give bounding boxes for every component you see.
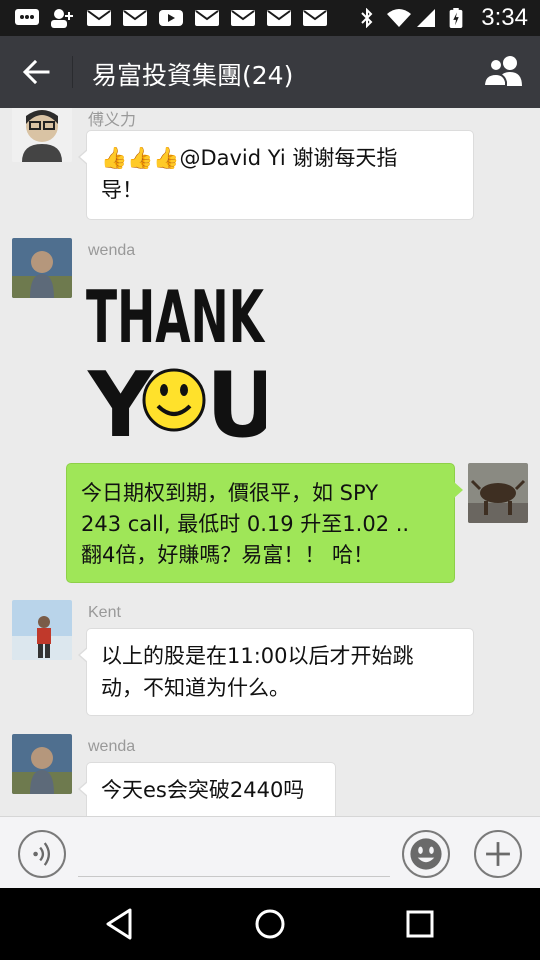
message-text: 以上的股是在11:00以后才开始跳 [101, 644, 414, 668]
sender-name: wenda [88, 242, 136, 259]
input-bar [0, 816, 540, 888]
nav-recents-button[interactable] [400, 904, 440, 944]
message-icon [15, 9, 39, 25]
recents-square-icon [406, 910, 434, 938]
sticker-text: U [206, 353, 266, 448]
mail-icon [267, 10, 291, 26]
youtube-icon [159, 10, 183, 26]
back-button[interactable] [18, 54, 54, 90]
chat-area[interactable]: 傅义力 👍👍👍@David Yi 谢谢每天指 导！ wenda THANK Y … [0, 108, 540, 816]
sender-name: Kent [88, 604, 121, 621]
emoji-button[interactable] [402, 830, 450, 878]
avatar-self[interactable] [468, 463, 528, 523]
message-text: 动，不知道为什么。 [101, 676, 290, 700]
group-members-button[interactable] [482, 52, 526, 92]
mail-icon [231, 10, 255, 26]
sender-name: 傅义力 [88, 112, 137, 129]
more-options-button[interactable] [474, 830, 522, 878]
message-text: 243 call, 最低时 0.19 升至1.02 .. [81, 512, 410, 536]
avatar-sender-2[interactable] [12, 734, 72, 794]
mail-icon [195, 10, 219, 26]
nav-back-button[interactable] [100, 904, 140, 944]
chat-title: 易富投資集團(24) [92, 61, 294, 90]
smiley-icon [410, 838, 442, 870]
message-input[interactable] [78, 829, 390, 877]
message-text: @David Yi 谢谢每天指 [179, 146, 398, 170]
message-text: 今天es会突破2440吗 [101, 778, 305, 802]
mail-icon [87, 10, 111, 26]
battery-icon [449, 8, 463, 28]
message-text: 今日期权到期，價很平，如 SPY [81, 481, 379, 505]
title-divider [72, 56, 73, 88]
bluetooth-icon [361, 8, 373, 28]
plus-icon [486, 842, 510, 866]
thumbs-up-icon: 👍👍👍 [101, 146, 180, 170]
title-bar: 易富投資集團(24) [0, 36, 540, 108]
smiley-icon [142, 368, 206, 432]
clock: 3:34 [481, 4, 528, 31]
voice-input-button[interactable] [18, 830, 66, 878]
back-triangle-icon [106, 908, 132, 940]
outgoing-message-bubble[interactable]: 今日期权到期，價很平，如 SPY 243 call, 最低时 0.19 升至1.… [66, 463, 463, 583]
mail-icon [303, 10, 327, 26]
wifi-icon [387, 9, 411, 27]
group-icon [482, 56, 522, 87]
home-circle-icon [255, 909, 285, 939]
message-bubble[interactable]: 以上的股是在11:00以后才开始跳 动，不知道为什么。 [78, 628, 474, 716]
nav-home-button[interactable] [250, 904, 290, 944]
message-text: 导！ [101, 178, 143, 202]
signal-icon [417, 9, 435, 27]
message-bubble[interactable]: 👍👍👍@David Yi 谢谢每天指 导！ [78, 130, 474, 220]
navigation-bar [0, 888, 540, 960]
sticker-text: THANK [86, 275, 265, 359]
add-contact-icon [51, 9, 73, 28]
avatar-sender-1[interactable] [12, 108, 72, 162]
voice-icon [33, 842, 51, 866]
avatar-sender-3[interactable] [12, 600, 72, 660]
mail-icon [123, 10, 147, 26]
status-bar: 3:34 [0, 0, 540, 36]
sender-name: wenda [88, 738, 136, 755]
avatar-sender-2[interactable] [12, 238, 72, 298]
message-bubble[interactable]: 今天es会突破2440吗 [78, 762, 336, 816]
message-text: 翻4倍，好賺嗎？易富！！ 哈！ [81, 543, 375, 567]
thank-you-sticker[interactable]: THANK Y U [86, 268, 266, 448]
